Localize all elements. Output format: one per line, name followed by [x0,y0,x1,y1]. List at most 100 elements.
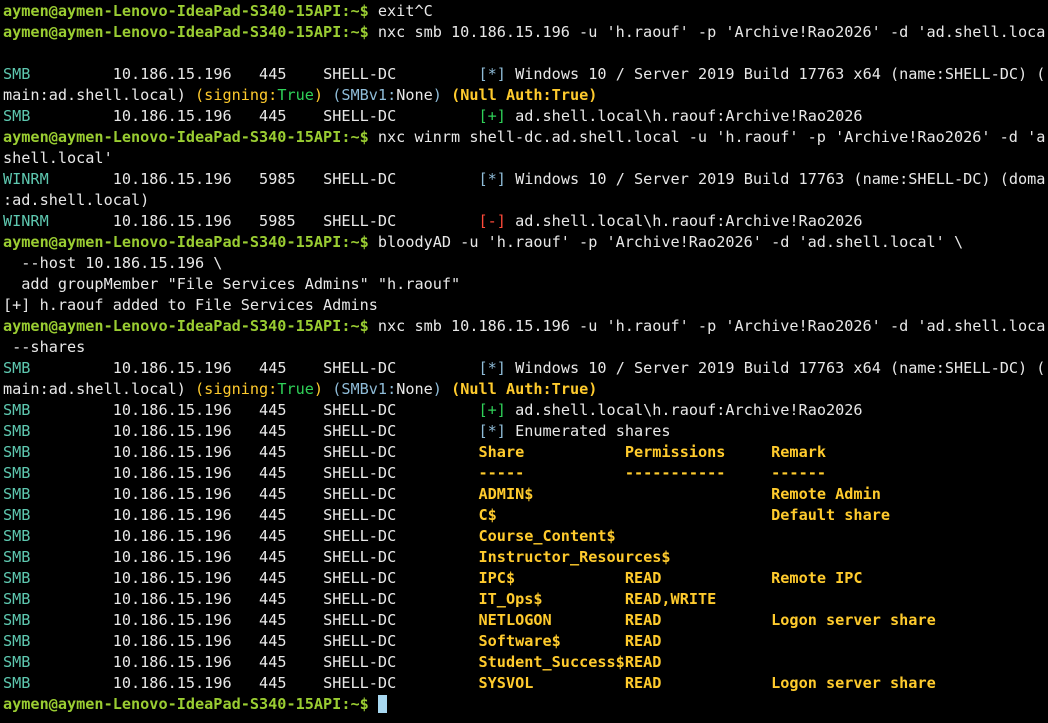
protocol-label: SMB [3,632,31,650]
protocol-label: SMB [3,527,31,545]
protocol-label: SMB [3,548,31,566]
terminal-line: SMB 10.186.15.196 445 SHELL-DC C$ Defaul… [3,505,1045,526]
share-permissions: Permissions [624,443,726,461]
target-ip: 10.186.15.196 [112,632,232,650]
target-hostname: SHELL-DC [323,611,397,629]
target-port: 445 [259,674,287,692]
target-ip: 10.186.15.196 [112,569,232,587]
target-hostname: SHELL-DC [323,401,397,419]
terminal-line: SMB 10.186.15.196 445 SHELL-DC [*] Enume… [3,421,1045,442]
terminal-line: SMB 10.186.15.196 445 SHELL-DC Share Per… [3,442,1045,463]
terminal-line: aymen@aymen-Lenovo-IdeaPad-S340-15API:~$… [3,22,1045,43]
shell-prompt: aymen@aymen-Lenovo-IdeaPad-S340-15API:~$ [3,2,369,20]
target-port: 445 [259,107,287,125]
status-tag: [*] [478,359,506,377]
output-segment: ) [432,380,452,398]
share-name: ----- [478,464,525,482]
share-name: C$ [478,506,497,524]
terminal-line: SMB 10.186.15.196 445 SHELL-DC IPC$ READ… [3,568,1045,589]
terminal-line: SMB 10.186.15.196 445 SHELL-DC ----- ---… [3,463,1045,484]
terminal-line: aymen@aymen-Lenovo-IdeaPad-S340-15API:~$ [3,694,1045,715]
target-port: 445 [259,464,287,482]
terminal-line: SMB 10.186.15.196 445 SHELL-DC [*] Windo… [3,64,1045,85]
protocol-label: WINRM [3,170,49,188]
status-tag: [*] [478,422,506,440]
status-tag: [*] [478,170,506,188]
command-text: bloodyAD -u 'h.raouf' -p 'Archive!Rao202… [368,233,964,251]
terminal-line: SMB 10.186.15.196 445 SHELL-DC NETLOGON … [3,610,1045,631]
command-text: nxc winrm shell-dc.ad.shell.local -u 'h.… [368,128,1045,146]
command-text: exit^C [368,2,433,20]
target-hostname: SHELL-DC [323,653,397,671]
terminal-line: :ad.shell.local) [3,190,1045,211]
terminal-window[interactable]: aymen@aymen-Lenovo-IdeaPad-S340-15API:~$… [0,0,1048,723]
status-tag: [-] [478,212,506,230]
target-port: 5985 [259,170,296,188]
target-port: 445 [259,422,287,440]
share-remark: ------ [771,464,827,482]
output-message: Windows 10 / Server 2019 Build 17763 x64… [515,359,1045,377]
share-name: Student_Success$ [478,653,625,671]
target-ip: 10.186.15.196 [112,443,232,461]
share-permissions: READ [624,569,662,587]
protocol-label: SMB [3,485,31,503]
output-message: ad.shell.local\h.raouf:Archive!Rao2026 [515,212,863,230]
output-text: add groupMember "File Services Admins" "… [3,275,461,293]
output-segment: None [396,86,433,104]
terminal-line: aymen@aymen-Lenovo-IdeaPad-S340-15API:~$… [3,232,1045,253]
terminal-line: SMB 10.186.15.196 445 SHELL-DC SYSVOL RE… [3,673,1045,694]
protocol-label: SMB [3,107,31,125]
text-cursor[interactable] [377,695,387,713]
status-tag: [*] [478,65,506,83]
share-name: Instructor_Resources$ [478,548,671,566]
terminal-line: SMB 10.186.15.196 445 SHELL-DC [*] Windo… [3,358,1045,379]
target-hostname: SHELL-DC [323,170,397,188]
output-text: :ad.shell.local) [3,191,150,209]
protocol-label: SMB [3,653,31,671]
share-permissions: ----------- [624,464,726,482]
command-text [369,695,378,713]
output-segment: None [396,380,433,398]
target-ip: 10.186.15.196 [112,485,232,503]
terminal-line: add groupMember "File Services Admins" "… [3,274,1045,295]
output-message: Enumerated shares [515,422,671,440]
terminal-line: SMB 10.186.15.196 445 SHELL-DC [+] ad.sh… [3,106,1045,127]
output-segment: (Null Auth:True) [451,380,598,398]
share-permissions: READ [624,674,662,692]
